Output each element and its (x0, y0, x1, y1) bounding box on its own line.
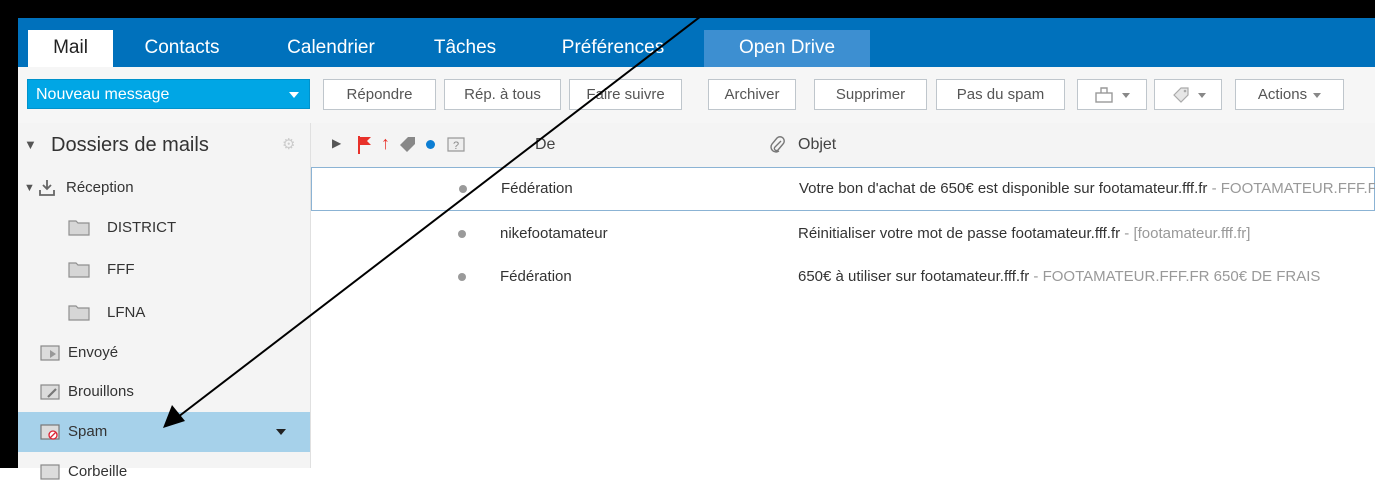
new-message-label: Nouveau message (36, 86, 170, 103)
inbox-icon (39, 180, 55, 196)
folder-label: Corbeille (68, 463, 128, 480)
tag-icon (1173, 87, 1189, 103)
tab-taches[interactable]: Tâches (425, 30, 505, 67)
mail-toolbar: Nouveau message Répondre Rép. à tous Fai… (18, 67, 1375, 123)
folder-envoye[interactable]: Envoyé (18, 333, 310, 373)
folder-label: Spam (68, 423, 108, 440)
tag-dropdown-icon (1198, 92, 1206, 98)
folder-corbeille[interactable]: Corbeille (18, 452, 310, 492)
message-subject: Réinitialiser votre mot de passe footama… (798, 213, 1375, 255)
message-from: Fédération (501, 180, 573, 197)
folder-label: FFF (107, 261, 135, 278)
folder-district[interactable]: DISTRICT (18, 208, 310, 248)
expand-thread-icon[interactable]: ▶ (332, 136, 341, 150)
delete-button[interactable]: Supprimer (814, 79, 927, 110)
message-preview: - FOOTAMATEUR.FFF.FR (1207, 180, 1375, 197)
message-preview: - FOOTAMATEUR.FFF.FR 650€ DE FRAIS (1029, 268, 1321, 285)
actions-dropdown-icon (1313, 92, 1322, 98)
new-message-button[interactable]: Nouveau message (27, 79, 310, 109)
message-subject: 650€ à utiliser sur footamateur.fff.fr -… (798, 256, 1375, 298)
folder-fff[interactable]: FFF (18, 250, 310, 290)
sent-icon (40, 345, 60, 361)
mail-folders-sidebar: ▼ Dossiers de mails ⚙ ▼ Réception DISTRI… (18, 123, 311, 480)
message-row[interactable]: nikefootamateur Réinitialiser votre mot … (311, 213, 1375, 255)
app-tab-bar: Mail Contacts Calendrier Tâches Préféren… (18, 18, 1375, 67)
folder-icon (68, 305, 90, 321)
tab-contacts[interactable]: Contacts (122, 30, 242, 67)
read-status-dot-icon[interactable] (459, 185, 467, 193)
svg-text:?: ? (453, 140, 459, 152)
folders-header-label: Dossiers de mails (51, 134, 209, 156)
folder-label: LFNA (107, 304, 146, 321)
folder-label: Réception (66, 179, 134, 196)
junk-status-icon[interactable]: ? (445, 133, 467, 155)
tag-icon[interactable] (397, 135, 417, 155)
message-list: ▶ ↑ ? De Objet Fédération Votre bon d'ac… (311, 123, 1375, 468)
move-button[interactable] (1077, 79, 1147, 110)
message-subject-text: 650€ à utiliser sur footamateur.fff.fr (798, 268, 1030, 285)
not-spam-button[interactable]: Pas du spam (936, 79, 1065, 110)
tab-calendrier[interactable]: Calendrier (270, 30, 392, 67)
message-from: nikefootamateur (500, 225, 608, 242)
spam-icon (40, 424, 60, 440)
trash-icon (40, 464, 60, 480)
tag-button[interactable] (1154, 79, 1222, 110)
reply-button[interactable]: Répondre (323, 79, 436, 110)
message-subject-text: Votre bon d'achat de 650€ est disponible… (799, 180, 1208, 197)
message-subject-text: Réinitialiser votre mot de passe footama… (798, 225, 1121, 242)
tab-preferences[interactable]: Préférences (543, 30, 683, 67)
read-status-dot-icon[interactable] (458, 230, 466, 238)
message-row[interactable]: Fédération Votre bon d'achat de 650€ est… (311, 167, 1375, 211)
new-message-dropdown-icon[interactable] (289, 92, 299, 98)
gear-icon[interactable]: ⚙ (282, 123, 295, 167)
screenshot-frame-top (0, 0, 1375, 18)
column-from[interactable]: De (535, 123, 555, 167)
folder-lfna[interactable]: LFNA (18, 293, 310, 333)
folder-brouillons[interactable]: Brouillons (18, 372, 310, 412)
folders-header[interactable]: ▼ Dossiers de mails ⚙ (18, 123, 310, 167)
actions-label: Actions (1257, 86, 1308, 103)
priority-icon[interactable]: ↑ (381, 133, 390, 154)
collapse-triangle-icon[interactable]: ▼ (24, 123, 37, 167)
forward-button[interactable]: Faire suivre (569, 79, 682, 110)
folder-icon (68, 220, 90, 236)
folder-spam[interactable]: Spam (18, 412, 310, 452)
message-list-header: ▶ ↑ ? De Objet (311, 123, 1375, 168)
message-from: Fédération (500, 268, 572, 285)
actions-button[interactable]: Actions (1235, 79, 1344, 110)
archive-button[interactable]: Archiver (708, 79, 796, 110)
read-status-dot-icon[interactable] (458, 273, 466, 281)
folder-reception[interactable]: ▼ Réception (18, 168, 310, 208)
message-preview: - [footamateur.fff.fr] (1120, 225, 1251, 242)
column-subject[interactable]: Objet (798, 123, 836, 167)
folder-label: Brouillons (68, 383, 134, 400)
folder-icon (68, 262, 90, 278)
flag-icon[interactable] (357, 135, 373, 155)
folder-options-dropdown-icon[interactable] (276, 429, 286, 435)
unread-status-icon[interactable] (426, 140, 435, 149)
expand-triangle-icon[interactable]: ▼ (24, 168, 35, 208)
screenshot-frame-left (0, 0, 18, 468)
drafts-icon (40, 384, 60, 400)
message-subject: Votre bon d'achat de 650€ est disponible… (799, 168, 1375, 210)
move-folder-icon (1095, 87, 1113, 103)
folder-label: Envoyé (68, 344, 119, 361)
move-dropdown-icon (1122, 92, 1130, 98)
message-row[interactable]: Fédération 650€ à utiliser sur footamate… (311, 256, 1375, 298)
attachment-icon[interactable] (769, 136, 785, 154)
reply-all-button[interactable]: Rép. à tous (444, 79, 561, 110)
tab-mail[interactable]: Mail (28, 30, 113, 67)
tab-open-drive[interactable]: Open Drive (704, 30, 870, 67)
folder-label: DISTRICT (107, 219, 177, 236)
